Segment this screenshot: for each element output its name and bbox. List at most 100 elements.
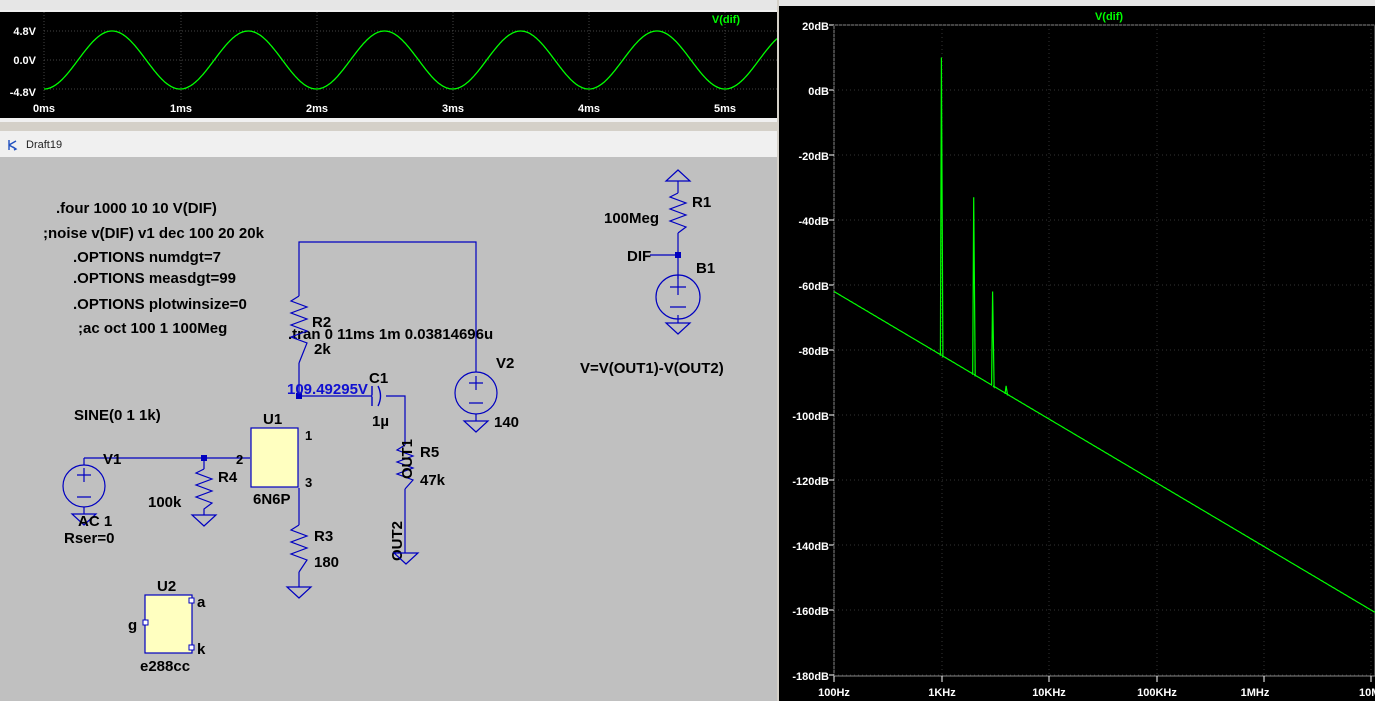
r2-value[interactable]: 2k: [314, 341, 331, 358]
directive-plotwinsize[interactable]: .OPTIONS plotwinsize=0: [73, 296, 247, 313]
u2-diode-symbol[interactable]: [144, 594, 193, 654]
fft-y-tick: -60dB: [798, 281, 829, 293]
r3-value[interactable]: 180: [314, 554, 339, 571]
transient-trace-label[interactable]: V(dif): [712, 14, 740, 26]
resistor-r1-symbol[interactable]: [668, 192, 688, 234]
u1-name[interactable]: U1: [263, 411, 282, 428]
r5-name[interactable]: R5: [420, 444, 439, 461]
u2-pin-k-terminal[interactable]: [188, 644, 195, 651]
transient-y-tick-bottom: -4.8V: [10, 87, 37, 99]
supply-arrow-r1: [664, 169, 692, 182]
fft-plot-area[interactable]: [833, 24, 1375, 677]
fft-trace[interactable]: [833, 57, 1375, 614]
net-label-dif[interactable]: DIF: [627, 248, 651, 265]
fft-y-tick: 0dB: [808, 86, 829, 98]
v1-source-polarity: [77, 468, 91, 498]
ground-b1: [664, 322, 692, 335]
net-label-out1[interactable]: OUT1: [399, 439, 416, 479]
u1-pin-1: 1: [305, 428, 312, 443]
transient-titlebar: [0, 0, 777, 10]
c1-value[interactable]: 1µ: [372, 413, 389, 430]
v1-ac[interactable]: AC 1: [78, 513, 112, 530]
resistor-r4-symbol[interactable]: [194, 468, 214, 515]
v1-rser[interactable]: Rser=0: [64, 530, 114, 547]
fft-y-tick: -120dB: [792, 476, 829, 488]
v1-spec[interactable]: SINE(0 1 1k): [74, 407, 161, 424]
b1-source-polarity: [670, 275, 686, 323]
r1-name[interactable]: R1: [692, 194, 711, 211]
transient-x-tick: 4ms: [578, 103, 600, 115]
junction-dot: [675, 252, 681, 258]
junction-dot: [201, 455, 207, 461]
resistor-r3-symbol[interactable]: [289, 524, 309, 573]
transient-x-tick: 3ms: [442, 103, 464, 115]
u2-pin-g-label: g: [128, 617, 137, 634]
schematic-canvas[interactable]: .four 1000 10 10 V(DIF) ;noise v(DIF) v1…: [0, 157, 777, 701]
r4-name[interactable]: R4: [218, 469, 238, 486]
fft-x-tick: 1KHz: [928, 687, 956, 699]
u2-pin-k-label: k: [197, 641, 206, 658]
fft-y-tick: -140dB: [792, 541, 829, 553]
directive-numdgt[interactable]: .OPTIONS numdgt=7: [73, 249, 221, 266]
fft-y-tick: -20dB: [798, 151, 829, 163]
fft-x-axis: 100Hz 1KHz 10KHz 100KHz 1MHz 10MHz: [818, 687, 1375, 699]
fft-titlebar: [779, 0, 1375, 6]
fft-y-tick: -40dB: [798, 216, 829, 228]
transient-y-tick-mid: 0.0V: [13, 55, 36, 67]
b1-name[interactable]: B1: [696, 260, 715, 277]
node-voltage-readout[interactable]: 109.49295V: [287, 381, 368, 398]
fft-plot-pane[interactable]: V(dif) 20dB 0dB -20dB -40dB -60dB -80dB …: [779, 0, 1375, 701]
transient-y-tick-top: 4.8V: [13, 26, 36, 38]
fft-y-tick: -160dB: [792, 606, 829, 618]
transient-plot[interactable]: V(dif) 4.8V 0.0V -4.8V 0ms 1ms 2ms 3ms 4…: [0, 0, 777, 122]
transient-plot-pane[interactable]: V(dif) 4.8V 0.0V -4.8V 0ms 1ms 2ms 3ms 4…: [0, 0, 777, 122]
r1-value[interactable]: 100Meg: [604, 210, 659, 227]
c1-name[interactable]: C1: [369, 370, 388, 387]
u2-pin-a-terminal[interactable]: [188, 597, 195, 604]
r2-name[interactable]: R2: [312, 314, 331, 331]
schematic-window-icon: [8, 140, 18, 151]
transient-x-axis-area: [0, 100, 777, 118]
u1-triode-symbol[interactable]: [250, 427, 299, 488]
directive-noise[interactable]: ;noise v(DIF) v1 dec 100 20 20k: [43, 225, 265, 242]
v1-name[interactable]: V1: [103, 451, 121, 468]
net-label-out2[interactable]: OUT2: [389, 521, 406, 561]
transient-x-tick: 1ms: [170, 103, 192, 115]
v2-name[interactable]: V2: [496, 355, 514, 372]
fft-grid: [829, 24, 1375, 682]
transient-plot-area[interactable]: [44, 12, 777, 100]
r3-name[interactable]: R3: [314, 528, 333, 545]
u2-pin-a-label: a: [197, 594, 206, 611]
fft-plot[interactable]: V(dif) 20dB 0dB -20dB -40dB -60dB -80dB …: [779, 0, 1375, 701]
r4-value[interactable]: 100k: [148, 494, 182, 511]
v2-value[interactable]: 140: [494, 414, 519, 431]
schematic-window-title: Draft19: [26, 139, 63, 151]
schematic-titlebar[interactable]: Draft19: [0, 131, 777, 158]
fft-y-tick: 20dB: [802, 21, 829, 33]
fft-y-tick: -180dB: [792, 671, 829, 683]
ground-r3: [285, 586, 313, 599]
u2-model[interactable]: e288cc: [140, 658, 190, 675]
fft-x-tick: 10KHz: [1032, 687, 1066, 699]
b1-expression[interactable]: V=V(OUT1)-V(OUT2): [580, 360, 724, 377]
u1-pin-2: 2: [236, 452, 243, 467]
fft-x-tick: 100KHz: [1137, 687, 1177, 699]
u2-name[interactable]: U2: [157, 578, 176, 595]
transient-x-tick: 5ms: [714, 103, 736, 115]
transient-x-tick: 2ms: [306, 103, 328, 115]
ground-v2: [462, 420, 490, 433]
directive-measdgt[interactable]: .OPTIONS measdgt=99: [73, 270, 236, 287]
directive-ac[interactable]: ;ac oct 100 1 100Meg: [78, 320, 227, 337]
ground-r4: [190, 514, 218, 527]
fft-x-tick: 100Hz: [818, 687, 850, 699]
fft-x-tick: 1MHz: [1241, 687, 1270, 699]
fft-y-tick: -100dB: [792, 411, 829, 423]
directive-four[interactable]: .four 1000 10 10 V(DIF): [56, 200, 217, 217]
fft-x-tick: 10MHz: [1359, 687, 1375, 699]
u2-pin-g-terminal[interactable]: [142, 619, 149, 626]
r5-value[interactable]: 47k: [420, 472, 446, 489]
fft-trace-label[interactable]: V(dif): [1095, 11, 1123, 23]
u1-model[interactable]: 6N6P: [253, 491, 291, 508]
v2-source-polarity: [469, 376, 483, 421]
schematic-drawing[interactable]: .four 1000 10 10 V(DIF) ;noise v(DIF) v1…: [0, 157, 777, 701]
